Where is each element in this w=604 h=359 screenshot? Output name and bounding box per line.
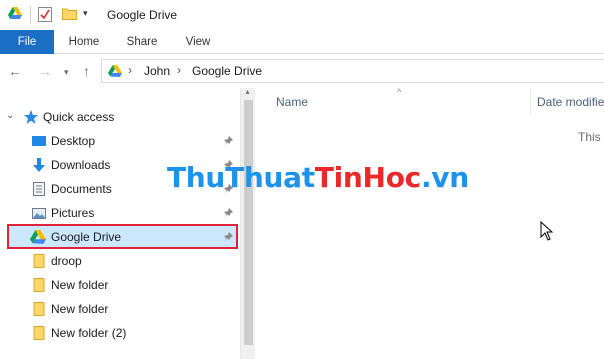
watermark-part-3: .vn — [420, 161, 469, 194]
sidebar-item-label: Desktop — [51, 134, 96, 148]
tab-view[interactable]: View — [174, 30, 222, 54]
title-bar: ▾ Google Drive — [0, 0, 604, 30]
watermark-part-2: TinHoc — [314, 161, 421, 194]
folder-icon — [33, 254, 45, 268]
scrollbar-thumb[interactable] — [244, 100, 253, 345]
address-bar[interactable]: › John › Google Drive — [101, 59, 604, 83]
new-folder-icon[interactable] — [62, 7, 77, 20]
breadcrumb-john[interactable]: John — [144, 64, 170, 78]
scroll-up-arrow-icon[interactable]: ▲ — [244, 89, 251, 96]
sidebar-item-pictures[interactable]: Pictures — [0, 201, 240, 225]
pin-icon[interactable] — [224, 135, 236, 147]
sidebar-item-label: New folder — [51, 278, 109, 292]
empty-folder-message: This f — [578, 130, 604, 144]
folder-icon — [33, 302, 45, 316]
pin-icon[interactable] — [224, 231, 236, 243]
sidebar-item-label: New folder — [51, 302, 109, 316]
sidebar-item-label: Documents — [51, 182, 112, 196]
title-separator — [30, 6, 31, 24]
breadcrumb-google-drive[interactable]: Google Drive — [192, 64, 262, 78]
back-arrow-icon[interactable]: ← — [8, 63, 22, 79]
mouse-cursor-icon — [540, 221, 554, 241]
folder-icon — [33, 326, 45, 340]
ribbon-tabs: File Home Share View — [0, 30, 604, 54]
quick-access-label: Quick access — [43, 110, 115, 124]
expand-chevron-icon[interactable]: ⌄ — [6, 110, 14, 121]
pictures-icon — [32, 208, 46, 219]
navigation-pane: ⌄ Quick access Desktop Downloads Documen… — [0, 88, 240, 359]
column-header-name[interactable]: Name — [276, 95, 308, 109]
sidebar-item-label: Pictures — [51, 206, 95, 220]
column-header-date-modified[interactable]: Date modifie — [537, 95, 604, 109]
downloads-icon — [33, 158, 45, 172]
quick-access-item[interactable]: ⌄ Quick access — [0, 105, 240, 129]
google-drive-icon — [108, 65, 122, 77]
column-divider[interactable] — [530, 88, 531, 114]
sidebar-item-label: droop — [51, 254, 82, 268]
navigation-pane-scrollbar[interactable]: ▲ — [240, 88, 255, 359]
pin-icon[interactable] — [224, 207, 236, 219]
star-icon — [24, 110, 38, 124]
properties-icon[interactable] — [38, 7, 52, 22]
sidebar-item-new-folder-2[interactable]: New folder (2) — [0, 321, 240, 345]
sidebar-item-new-folder[interactable]: New folder — [0, 273, 240, 297]
customize-toolbar-icon[interactable]: ▾ — [83, 8, 88, 19]
google-drive-icon — [30, 230, 46, 244]
tab-home[interactable]: Home — [60, 30, 108, 54]
sidebar-item-google-drive[interactable]: Google Drive — [7, 224, 238, 249]
recent-locations-chevron-icon[interactable]: ▾ — [64, 64, 69, 80]
sidebar-item-label: New folder (2) — [51, 326, 127, 340]
watermark-part-1: ThuThuat — [167, 161, 315, 194]
tab-file[interactable]: File — [0, 30, 54, 54]
documents-icon — [33, 182, 45, 196]
up-arrow-icon[interactable]: ↑ — [83, 63, 90, 79]
folder-icon — [33, 278, 45, 292]
desktop-icon — [32, 136, 46, 146]
breadcrumb-separator: › — [177, 63, 181, 77]
tab-share[interactable]: Share — [118, 30, 166, 54]
window-title: Google Drive — [107, 8, 178, 22]
sidebar-item-desktop[interactable]: Desktop — [0, 129, 240, 153]
forward-arrow-icon[interactable]: → — [38, 63, 52, 79]
breadcrumb-separator: › — [128, 63, 132, 77]
watermark-logo: ThuThuatTinHoc.vn — [167, 161, 469, 194]
sidebar-item-label: Google Drive — [51, 230, 122, 244]
sidebar-item-droop[interactable]: droop — [0, 249, 240, 273]
google-drive-icon — [8, 7, 22, 19]
sort-indicator-icon: ^ — [397, 87, 402, 97]
sidebar-item-label: Downloads — [51, 158, 111, 172]
sidebar-item-new-folder[interactable]: New folder — [0, 297, 240, 321]
